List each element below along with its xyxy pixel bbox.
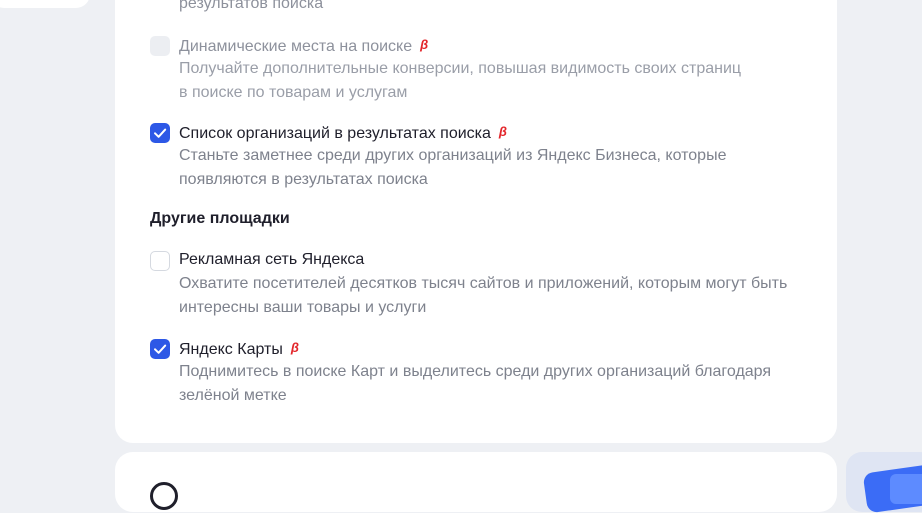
check-icon: [154, 128, 167, 138]
circle-icon: [150, 482, 178, 510]
beta-badge: β: [420, 37, 429, 52]
option-description: Охватите посетителей десятков тысяч сайт…: [179, 275, 788, 316]
option-title[interactable]: Рекламная сеть Яндекса: [179, 248, 364, 272]
checkbox-organization-list[interactable]: [150, 123, 170, 143]
beta-badge: β: [498, 124, 507, 139]
option-title: Динамические места на поиске β: [179, 33, 428, 59]
side-card: [0, 0, 90, 8]
promo-panel: [846, 452, 922, 513]
checkbox-dynamic-search-places: [150, 36, 170, 56]
section-heading-other-platforms: Другие площадки: [150, 210, 290, 227]
check-icon: [154, 344, 167, 354]
option-title[interactable]: Список организаций в результатах поиска β: [179, 120, 507, 146]
option-title[interactable]: Яндекс Карты β: [179, 336, 299, 362]
truncated-description: результатов поиска: [179, 0, 324, 12]
promo-illustration-icon: [890, 474, 922, 504]
beta-badge: β: [290, 340, 299, 355]
checkbox-yandex-ad-network[interactable]: [150, 251, 170, 271]
next-card: [115, 452, 837, 512]
option-description: Станьте заметнее среди других организаци…: [179, 147, 727, 188]
option-description: Поднимитесь в поиске Карт и выделитесь с…: [179, 363, 772, 404]
option-description: Получайте дополнительные конверсии, повы…: [179, 60, 742, 101]
checkbox-yandex-maps[interactable]: [150, 339, 170, 359]
